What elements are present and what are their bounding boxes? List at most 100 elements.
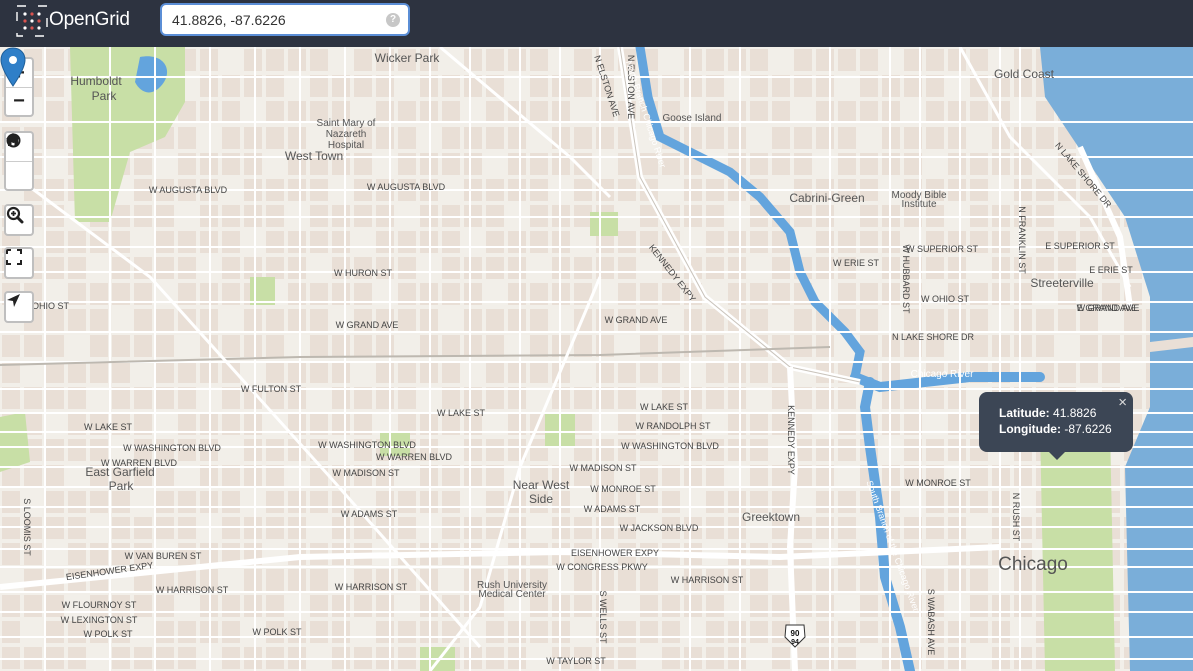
city-block	[156, 309, 174, 331]
city-block	[46, 439, 64, 461]
latitude-value: 41.8826	[1053, 406, 1097, 420]
city-block	[926, 387, 944, 409]
city-block	[244, 257, 262, 279]
city-block	[750, 569, 768, 591]
city-block	[376, 335, 394, 357]
city-block	[794, 49, 812, 71]
fullscreen-button[interactable]	[6, 249, 32, 277]
city-block	[266, 465, 284, 487]
park-1	[590, 212, 618, 236]
city-block	[530, 75, 548, 97]
city-block	[596, 257, 614, 279]
street-label: W MADISON ST	[333, 468, 401, 478]
map-canvas[interactable]: Humboldt Park Wicker Park Saint Mary of Naza…	[0, 47, 1193, 671]
city-block	[970, 309, 988, 331]
city-block	[816, 231, 834, 253]
city-block	[948, 309, 966, 331]
street-label: W MADISON ST	[570, 463, 638, 473]
city-block	[728, 49, 746, 71]
location-search-input[interactable]	[172, 11, 377, 29]
city-block	[266, 75, 284, 97]
zoom-box-button[interactable]	[6, 206, 32, 234]
city-block	[266, 231, 284, 253]
city-block	[1014, 335, 1032, 357]
help-icon[interactable]: ?	[386, 13, 400, 27]
city-block	[486, 257, 504, 279]
map-marker-icon[interactable]	[0, 47, 26, 87]
city-block	[266, 335, 284, 357]
city-block	[222, 621, 240, 643]
city-block	[706, 621, 724, 643]
zoom-box-control	[4, 204, 34, 236]
brand-name[interactable]: OpenGrid	[49, 9, 130, 31]
city-block	[728, 439, 746, 461]
city-block	[398, 621, 416, 643]
city-block	[596, 387, 614, 409]
navigate-control	[4, 291, 34, 323]
city-block	[288, 309, 306, 331]
city-block	[706, 127, 724, 149]
city-block	[618, 361, 636, 383]
city-block	[574, 569, 592, 591]
city-block	[464, 465, 482, 487]
city-block	[772, 257, 790, 279]
city-block	[90, 335, 108, 357]
city-block	[706, 49, 724, 71]
city-block	[1080, 361, 1098, 383]
city-block	[530, 231, 548, 253]
city-block	[728, 621, 746, 643]
city-block	[706, 75, 724, 97]
longitude-label: Longitude:	[999, 422, 1061, 436]
city-block	[244, 569, 262, 591]
street-label: W WASHINGTON BLVD	[621, 441, 719, 451]
city-block	[376, 621, 394, 643]
city-block	[134, 335, 152, 357]
city-block	[156, 257, 174, 279]
city-block	[816, 595, 834, 617]
city-block	[68, 387, 86, 409]
city-block	[266, 439, 284, 461]
city-block	[332, 621, 350, 643]
city-block	[838, 101, 856, 123]
street-label: E ERIE ST	[1089, 265, 1133, 275]
city-block	[266, 595, 284, 617]
street-label: W GRAND AVE	[605, 315, 668, 325]
opengrid-logo-icon[interactable]	[16, 5, 48, 37]
city-block	[178, 491, 196, 513]
city-block	[926, 101, 944, 123]
city-block	[24, 569, 42, 591]
street-label: W JACKSON BLVD	[620, 523, 699, 533]
city-block	[794, 595, 812, 617]
city-block	[266, 569, 284, 591]
city-block	[1058, 309, 1076, 331]
city-block	[574, 75, 592, 97]
city-block	[728, 361, 746, 383]
city-block	[68, 361, 86, 383]
navigate-button[interactable]	[6, 293, 32, 321]
park-2	[250, 277, 275, 305]
city-block	[68, 491, 86, 513]
city-block	[2, 595, 20, 617]
city-block	[574, 49, 592, 71]
search-box[interactable]: ?	[160, 3, 410, 36]
city-block	[90, 361, 108, 383]
city-block	[508, 387, 526, 409]
street-label: W CONGRESS PKWY	[556, 562, 648, 572]
city-block	[706, 387, 724, 409]
latitude-row: Latitude: 41.8826	[999, 406, 1096, 420]
map-tiles: HumboldtParkWicker ParkSaint Mary ofNaza…	[0, 47, 1193, 671]
popup-close-button[interactable]: ×	[1118, 394, 1127, 411]
locate-button[interactable]	[6, 133, 32, 189]
city-block	[926, 75, 944, 97]
city-block	[68, 543, 86, 565]
city-block	[178, 361, 196, 383]
city-block	[398, 127, 416, 149]
city-block	[618, 231, 636, 253]
city-block	[90, 543, 108, 565]
place-label: Greektown	[742, 510, 800, 524]
city-block	[948, 491, 966, 513]
city-block	[838, 439, 856, 461]
zoom-out-button[interactable]: −	[6, 87, 32, 115]
city-block	[1036, 309, 1054, 331]
street-label: W POLK ST	[252, 627, 302, 637]
